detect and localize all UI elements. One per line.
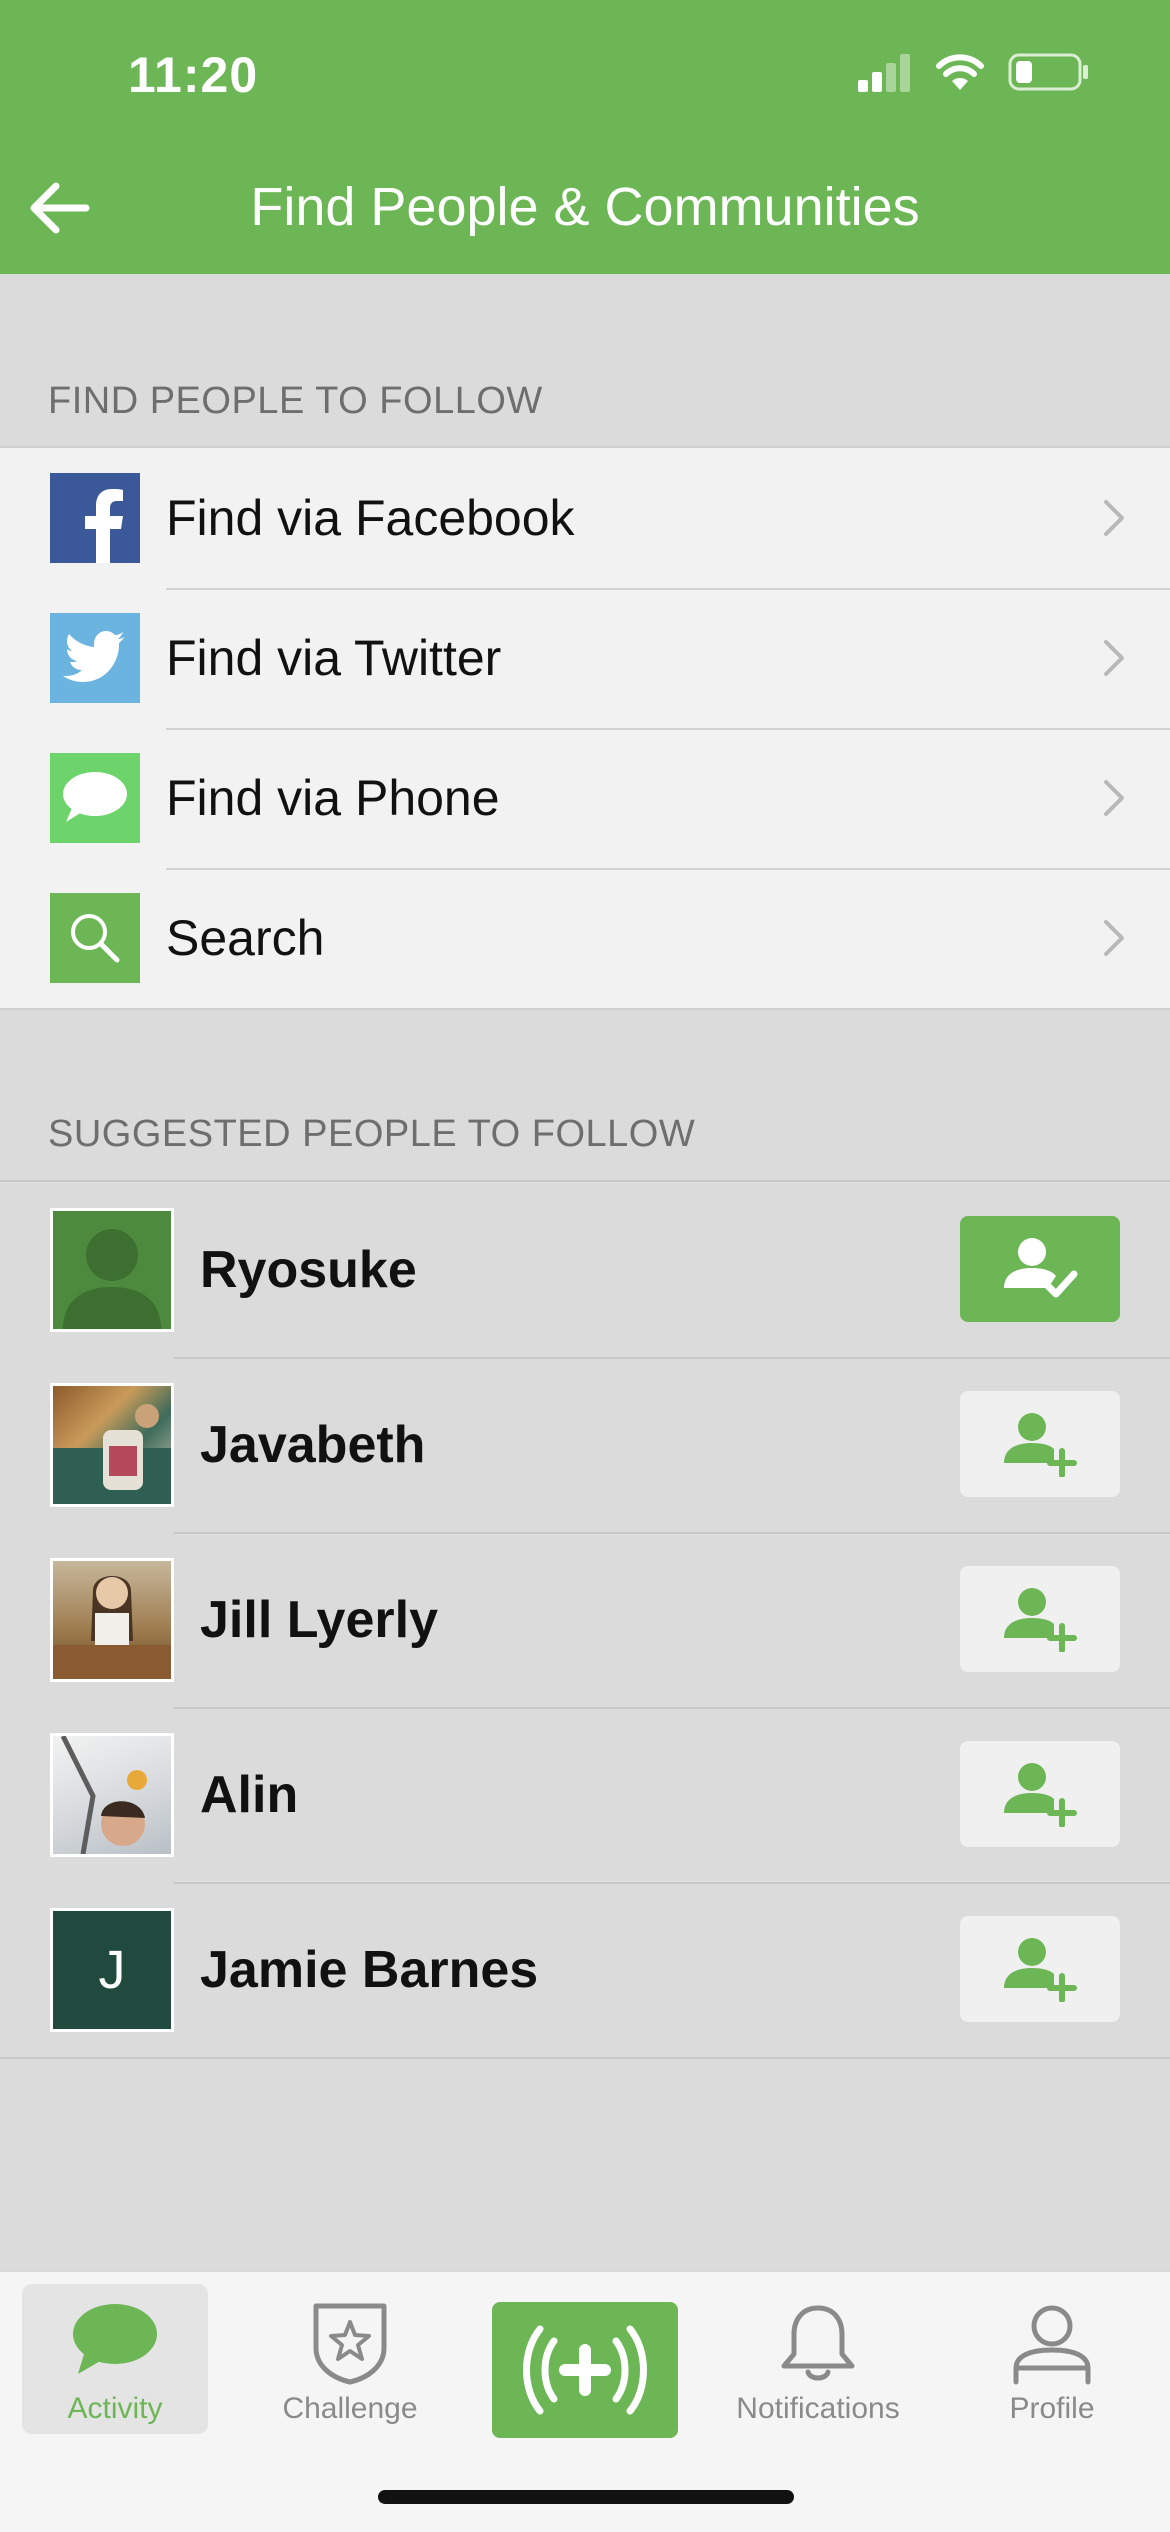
find-via-phone-item[interactable]: Find via Phone <box>0 728 1170 868</box>
signal-icon <box>858 54 910 92</box>
search-label: Search <box>166 910 325 966</box>
person-name: Javabeth <box>200 1416 426 1474</box>
follow-button[interactable] <box>960 1566 1120 1672</box>
facebook-icon <box>50 473 140 563</box>
find-via-twitter-label: Find via Twitter <box>166 630 502 686</box>
tab-notifications-label: Notifications <box>736 2392 900 2425</box>
person-name: Ryosuke <box>200 1241 417 1299</box>
avatar <box>50 1383 174 1507</box>
user-plus-icon <box>1004 1763 1077 1827</box>
user-plus-icon <box>1004 1413 1077 1477</box>
search-item[interactable]: Search <box>0 868 1170 1008</box>
find-via-phone-label: Find via Phone <box>166 770 500 826</box>
home-indicator <box>378 2490 794 2504</box>
page-title: Find People & Communities <box>250 177 920 237</box>
app-header: 11:20 Find People & Communities <box>0 0 1170 274</box>
tab-activity[interactable]: Activity <box>22 2284 208 2434</box>
tab-activity-label: Activity <box>67 2392 163 2425</box>
avatar <box>50 1208 174 1332</box>
tab-notifications[interactable]: Notifications <box>725 2284 911 2434</box>
find-via-facebook-label: Find via Facebook <box>166 490 575 546</box>
suggest-section-header: SUGGESTED PEOPLE TO FOLLOW <box>48 1113 696 1155</box>
suggested-people-list: Ryosuke Javabeth Jill Lyerly Alin J Jami… <box>0 1180 1170 2059</box>
person-row[interactable]: Javabeth <box>0 1357 1170 1532</box>
follow-button[interactable] <box>960 1391 1120 1497</box>
tab-profile-label: Profile <box>1009 2392 1095 2425</box>
chevron-right-icon <box>1104 640 1124 676</box>
person-row[interactable]: Alin <box>0 1707 1170 1882</box>
twitter-icon <box>50 613 140 703</box>
message-icon <box>50 753 140 843</box>
search-icon <box>50 893 140 983</box>
status-icons <box>856 52 1090 92</box>
chevron-right-icon <box>1104 500 1124 536</box>
avatar <box>50 1558 174 1682</box>
bell-icon <box>781 2305 855 2381</box>
profile-icon <box>1013 2305 1091 2385</box>
find-via-twitter-item[interactable]: Find via Twitter <box>0 588 1170 728</box>
person-name: Alin <box>200 1766 299 1824</box>
find-section-header: FIND PEOPLE TO FOLLOW <box>48 380 543 422</box>
avatar-initial: J <box>98 1940 126 2000</box>
star-shield-icon <box>313 2303 387 2385</box>
battery-icon <box>1008 53 1088 91</box>
user-check-icon <box>1004 1238 1078 1298</box>
add-activity-button[interactable] <box>492 2302 678 2438</box>
follow-button[interactable] <box>960 1741 1120 1847</box>
wifi-icon <box>936 54 984 90</box>
person-row[interactable]: Ryosuke <box>0 1182 1170 1357</box>
user-plus-icon <box>1004 1938 1077 2002</box>
find-options-list: Find via Facebook Find via Twitter Find … <box>0 446 1170 1010</box>
chevron-right-icon <box>1104 780 1124 816</box>
person-name: Jamie Barnes <box>200 1941 539 1999</box>
person-row[interactable]: J Jamie Barnes <box>0 1882 1170 2057</box>
tab-challenge-label: Challenge <box>282 2392 418 2425</box>
user-plus-icon <box>1004 1588 1077 1652</box>
tab-profile[interactable]: Profile <box>959 2284 1145 2434</box>
broadcast-plus-icon <box>523 2325 647 2415</box>
follow-button[interactable] <box>960 1916 1120 2022</box>
chat-bubble-icon <box>73 2304 157 2374</box>
person-name: Jill Lyerly <box>200 1591 438 1649</box>
status-time: 11:20 <box>128 47 259 103</box>
following-button[interactable] <box>960 1216 1120 1322</box>
find-via-facebook-item[interactable]: Find via Facebook <box>0 448 1170 588</box>
avatar: J <box>50 1908 174 2032</box>
tab-challenge[interactable]: Challenge <box>257 2284 443 2434</box>
person-row[interactable]: Jill Lyerly <box>0 1532 1170 1707</box>
avatar <box>50 1733 174 1857</box>
chevron-right-icon <box>1104 920 1124 956</box>
